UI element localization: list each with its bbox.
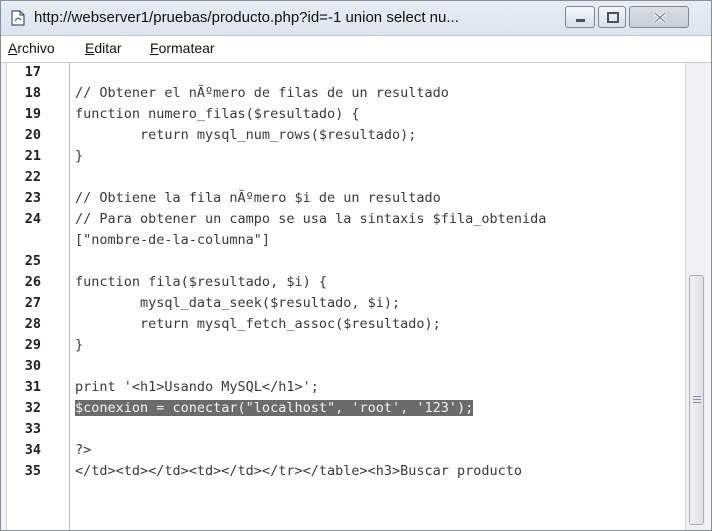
code-line: 22 bbox=[7, 168, 682, 189]
menu-editar[interactable]: Editar bbox=[85, 40, 122, 56]
line-number: 29 bbox=[24, 337, 41, 353]
line-text: } bbox=[75, 148, 84, 164]
page-icon bbox=[11, 10, 25, 26]
close-icon bbox=[653, 11, 667, 24]
vertical-scrollbar[interactable] bbox=[685, 63, 707, 530]
line-text: function numero_filas($resultado) { bbox=[75, 106, 360, 122]
line-number: 26 bbox=[24, 274, 41, 290]
code-line: 23 // Obtiene la fila nÃºmero $i de un r… bbox=[7, 189, 682, 210]
maximize-button[interactable] bbox=[598, 6, 626, 28]
line-number: 33 bbox=[24, 421, 41, 437]
browser-window: http://webserver1/pruebas/producto.php?i… bbox=[0, 0, 712, 531]
line-number: 25 bbox=[24, 253, 41, 269]
line-number: 34 bbox=[24, 442, 41, 458]
code-line: 19 function numero_filas($resultado) { bbox=[7, 105, 682, 126]
grip-line bbox=[693, 396, 701, 397]
selected-text[interactable]: $conexion = conectar("localhost", 'root'… bbox=[75, 400, 474, 416]
line-text: ?> bbox=[75, 442, 92, 458]
line-text: function fila($resultado, $i) { bbox=[75, 274, 327, 290]
line-number: 22 bbox=[24, 169, 41, 185]
scrollbar-thumb[interactable] bbox=[689, 275, 704, 525]
line-text: // Obtener el nÃºmero de filas de un res… bbox=[75, 85, 449, 101]
line-number: 20 bbox=[24, 127, 41, 143]
title-bar[interactable]: http://webserver1/pruebas/producto.php?i… bbox=[1, 1, 711, 36]
code-line: 25 bbox=[7, 252, 682, 273]
menu-bar: Archivo Editar Formatear bbox=[1, 36, 711, 63]
line-number: 31 bbox=[24, 379, 41, 395]
grip-line bbox=[693, 402, 701, 403]
maximize-icon bbox=[607, 12, 619, 23]
menu-formatear[interactable]: Formatear bbox=[150, 40, 215, 56]
code-line: 26 function fila($resultado, $i) { bbox=[7, 273, 682, 294]
code-line: 31 print '<h1>Usando MySQL</h1>'; bbox=[7, 378, 682, 399]
line-text: // Para obtener un campo se usa la sinta… bbox=[75, 211, 547, 227]
line-number: 24 bbox=[24, 211, 41, 227]
minimize-icon bbox=[576, 19, 585, 22]
line-text: return mysql_fetch_assoc($resultado); bbox=[75, 316, 441, 332]
line-number: 27 bbox=[24, 295, 41, 311]
code-line: 34 ?> bbox=[7, 441, 682, 462]
line-number: 23 bbox=[24, 190, 41, 206]
minimize-button[interactable] bbox=[565, 6, 595, 28]
window-title: http://webserver1/pruebas/producto.php?i… bbox=[34, 9, 459, 26]
code-line-wrap: ["nombre-de-la-columna"] bbox=[7, 231, 682, 252]
line-number: 18 bbox=[24, 85, 41, 101]
line-number: 28 bbox=[24, 316, 41, 332]
line-number: 30 bbox=[24, 358, 41, 374]
line-text: mysql_data_seek($resultado, $i); bbox=[75, 295, 401, 311]
code-line: 29 } bbox=[7, 336, 682, 357]
line-text: </td><td></td><td></td></tr></table><h3>… bbox=[75, 463, 523, 479]
code-line: 35 </td><td></td><td></td></tr></table><… bbox=[7, 462, 682, 483]
code-line: 18 // Obtener el nÃºmero de filas de un … bbox=[7, 84, 682, 105]
code-line-selected: 32 $conexion = conectar("localhost", 'ro… bbox=[7, 399, 682, 420]
line-number: 32 bbox=[24, 400, 41, 416]
source-view[interactable]: 17 18 // Obtener el nÃºmero de filas de … bbox=[6, 63, 707, 530]
code-line: 28 return mysql_fetch_assoc($resultado); bbox=[7, 315, 682, 336]
line-number: 19 bbox=[24, 106, 41, 122]
code-line: 30 bbox=[7, 357, 682, 378]
line-text: } bbox=[75, 337, 84, 353]
grip-line bbox=[693, 399, 701, 400]
line-number: 21 bbox=[24, 148, 41, 164]
code-line: 27 mysql_data_seek($resultado, $i); bbox=[7, 294, 682, 315]
line-number: 17 bbox=[24, 64, 41, 80]
code-line: 17 bbox=[7, 63, 682, 84]
code-line: 20 return mysql_num_rows($resultado); bbox=[7, 126, 682, 147]
code-line: 21 } bbox=[7, 147, 682, 168]
line-text: ["nombre-de-la-columna"] bbox=[75, 232, 271, 248]
close-button[interactable] bbox=[629, 6, 689, 28]
menu-archivo[interactable]: Archivo bbox=[8, 40, 55, 56]
line-text: print '<h1>Usando MySQL</h1>'; bbox=[75, 379, 319, 395]
code-line: 33 bbox=[7, 420, 682, 441]
line-text: // Obtiene la fila nÃºmero $i de un resu… bbox=[75, 190, 441, 206]
line-number: 35 bbox=[24, 463, 41, 479]
code-line: 24 // Para obtener un campo se usa la si… bbox=[7, 210, 682, 231]
line-text: return mysql_num_rows($resultado); bbox=[75, 127, 417, 143]
